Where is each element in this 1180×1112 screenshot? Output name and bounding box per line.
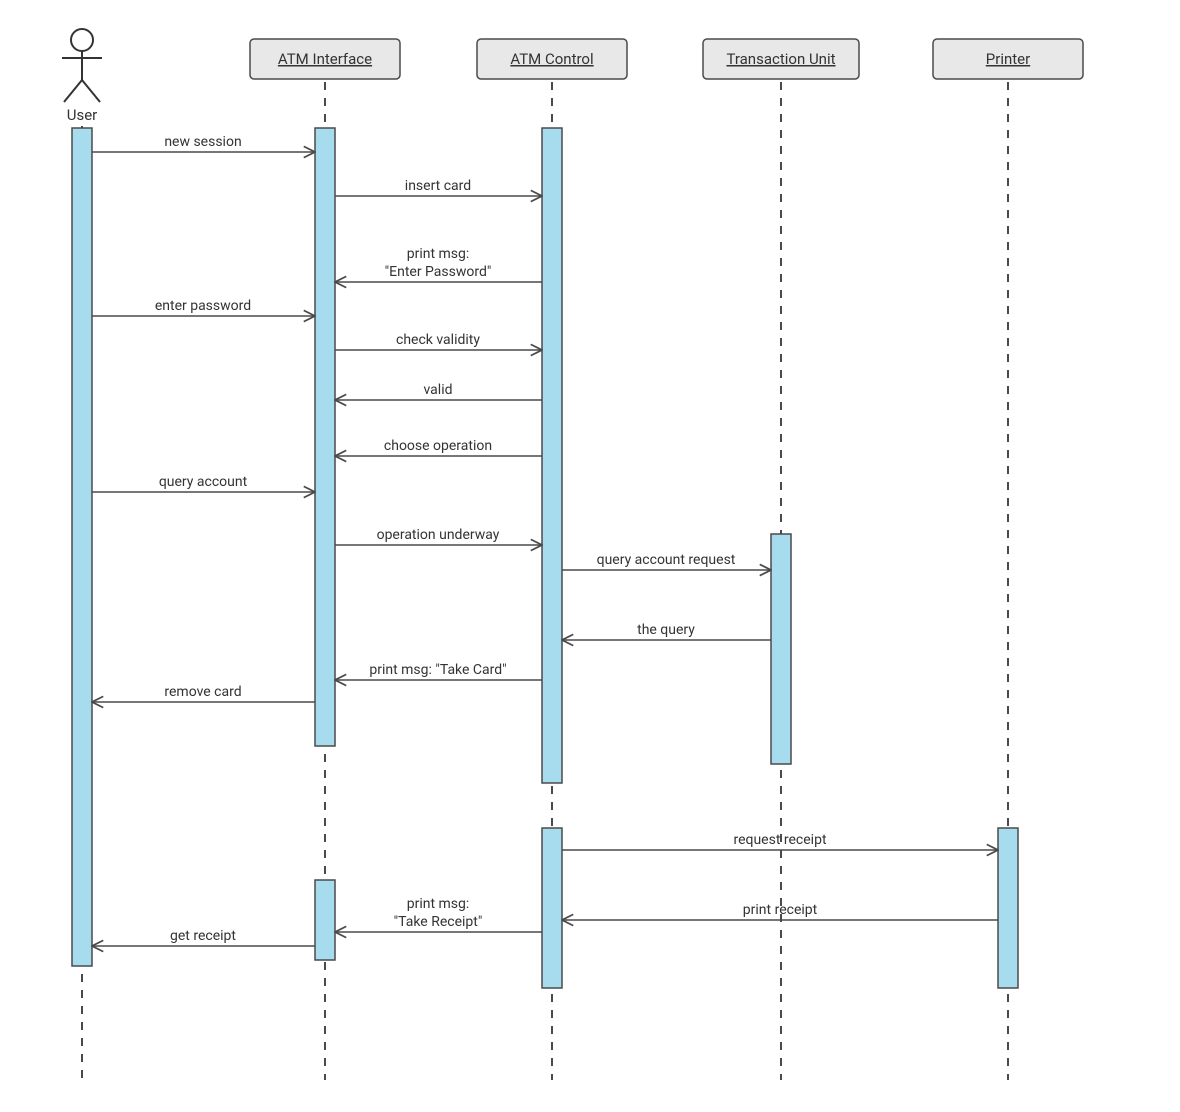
- msg-take-receipt-prompt-label-1: print msg:: [407, 896, 470, 912]
- lifeline-atm-interface: ATM Interface: [250, 39, 400, 79]
- msg-query-account-request-label: query account request: [597, 552, 736, 568]
- activation-printer: [998, 828, 1018, 988]
- activation-transaction: [771, 534, 791, 764]
- msg-choose-operation-label: choose operation: [384, 438, 492, 454]
- lifeline-printer: Printer: [933, 39, 1083, 79]
- msg-query-account-label: query account: [159, 474, 248, 490]
- msg-request-receipt-label: request receipt: [733, 832, 826, 848]
- activation-control-1: [542, 128, 562, 783]
- msg-get-receipt-label: get receipt: [170, 928, 236, 944]
- lifeline-atm-control-label: ATM Control: [510, 50, 593, 68]
- lifeline-transaction-unit: Transaction Unit: [703, 39, 859, 79]
- msg-the-query-label: the query: [637, 622, 695, 638]
- msg-remove-card-label: remove card: [164, 684, 241, 700]
- lifeline-atm-control: ATM Control: [477, 39, 627, 79]
- lifeline-transaction-unit-label: Transaction Unit: [726, 50, 835, 68]
- sequence-diagram: User ATM Interface ATM Control Transacti…: [0, 0, 1180, 1112]
- msg-print-receipt-label: print receipt: [743, 902, 818, 918]
- msg-operation-underway-label: operation underway: [377, 527, 500, 543]
- actor-user: User: [62, 29, 102, 124]
- msg-take-card-prompt-label: print msg: "Take Card": [369, 662, 506, 678]
- activation-user: [72, 128, 92, 966]
- activation-control-2: [542, 828, 562, 988]
- msg-enter-password-prompt-label-1: print msg:: [407, 246, 470, 262]
- msg-enter-password-label: enter password: [155, 298, 251, 314]
- activation-interface-2: [315, 880, 335, 960]
- msg-new-session-label: new session: [164, 134, 241, 150]
- msg-valid-label: valid: [424, 382, 453, 398]
- msg-insert-card-label: insert card: [405, 178, 471, 194]
- actor-user-label: User: [67, 106, 98, 124]
- msg-take-receipt-prompt-label-2: "Take Receipt": [394, 914, 483, 930]
- lifeline-printer-label: Printer: [986, 50, 1030, 68]
- msg-enter-password-prompt-label-2: "Enter Password": [385, 264, 492, 280]
- msg-check-validity-label: check validity: [396, 332, 480, 348]
- activation-interface-1: [315, 128, 335, 746]
- lifeline-atm-interface-label: ATM Interface: [278, 50, 372, 68]
